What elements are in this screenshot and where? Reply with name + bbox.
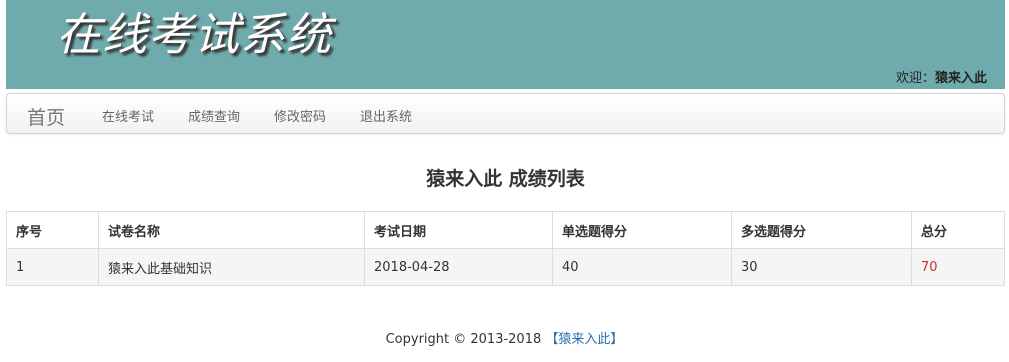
cell-index: 1 — [6, 248, 99, 286]
cell-exam-date: 2018-04-28 — [364, 248, 553, 286]
nav-online-exam[interactable]: 在线考试 — [102, 106, 154, 125]
cell-single-score: 40 — [552, 248, 732, 286]
app-title: 在线考试系统 — [56, 8, 333, 61]
col-header-paper-name: 试卷名称 — [98, 211, 365, 249]
navbar: 首页 在线考试 成绩查询 修改密码 退出系统 — [6, 93, 1005, 134]
header-banner: 在线考试系统 欢迎：猿来入此 — [6, 0, 1005, 89]
footer: Copyright © 2013-2018 【猿来入此】 — [0, 328, 1009, 347]
nav-home-link[interactable]: 首页 — [27, 103, 65, 130]
col-header-multi-score: 多选题得分 — [731, 211, 912, 249]
nav-score-query[interactable]: 成绩查询 — [188, 106, 240, 125]
nav-change-password[interactable]: 修改密码 — [274, 106, 326, 125]
score-table: 序号 试卷名称 考试日期 单选题得分 多选题得分 总分 1 猿来入此基础知识 2… — [6, 211, 1005, 286]
col-header-index: 序号 — [6, 211, 99, 249]
nav-logout[interactable]: 退出系统 — [360, 106, 412, 125]
cell-paper-name: 猿来入此基础知识 — [98, 248, 365, 286]
page-title: 猿来入此 成绩列表 — [426, 168, 585, 190]
table-row: 1 猿来入此基础知识 2018-04-28 40 30 70 — [6, 248, 1005, 286]
col-header-exam-date: 考试日期 — [364, 211, 553, 249]
cell-total-score: 70 — [911, 248, 1005, 286]
table-header-row: 序号 试卷名称 考试日期 单选题得分 多选题得分 总分 — [6, 211, 1005, 249]
username: 猿来入此 — [934, 71, 987, 86]
welcome-label: 欢迎： — [895, 71, 935, 86]
welcome-text: 欢迎：猿来入此 — [896, 67, 987, 86]
col-header-total: 总分 — [911, 211, 1005, 249]
cell-multi-score: 30 — [731, 248, 912, 286]
copyright-text: Copyright © 2013-2018 — [385, 332, 546, 347]
footer-link[interactable]: 【猿来入此】 — [545, 332, 623, 347]
col-header-single-score: 单选题得分 — [552, 211, 732, 249]
